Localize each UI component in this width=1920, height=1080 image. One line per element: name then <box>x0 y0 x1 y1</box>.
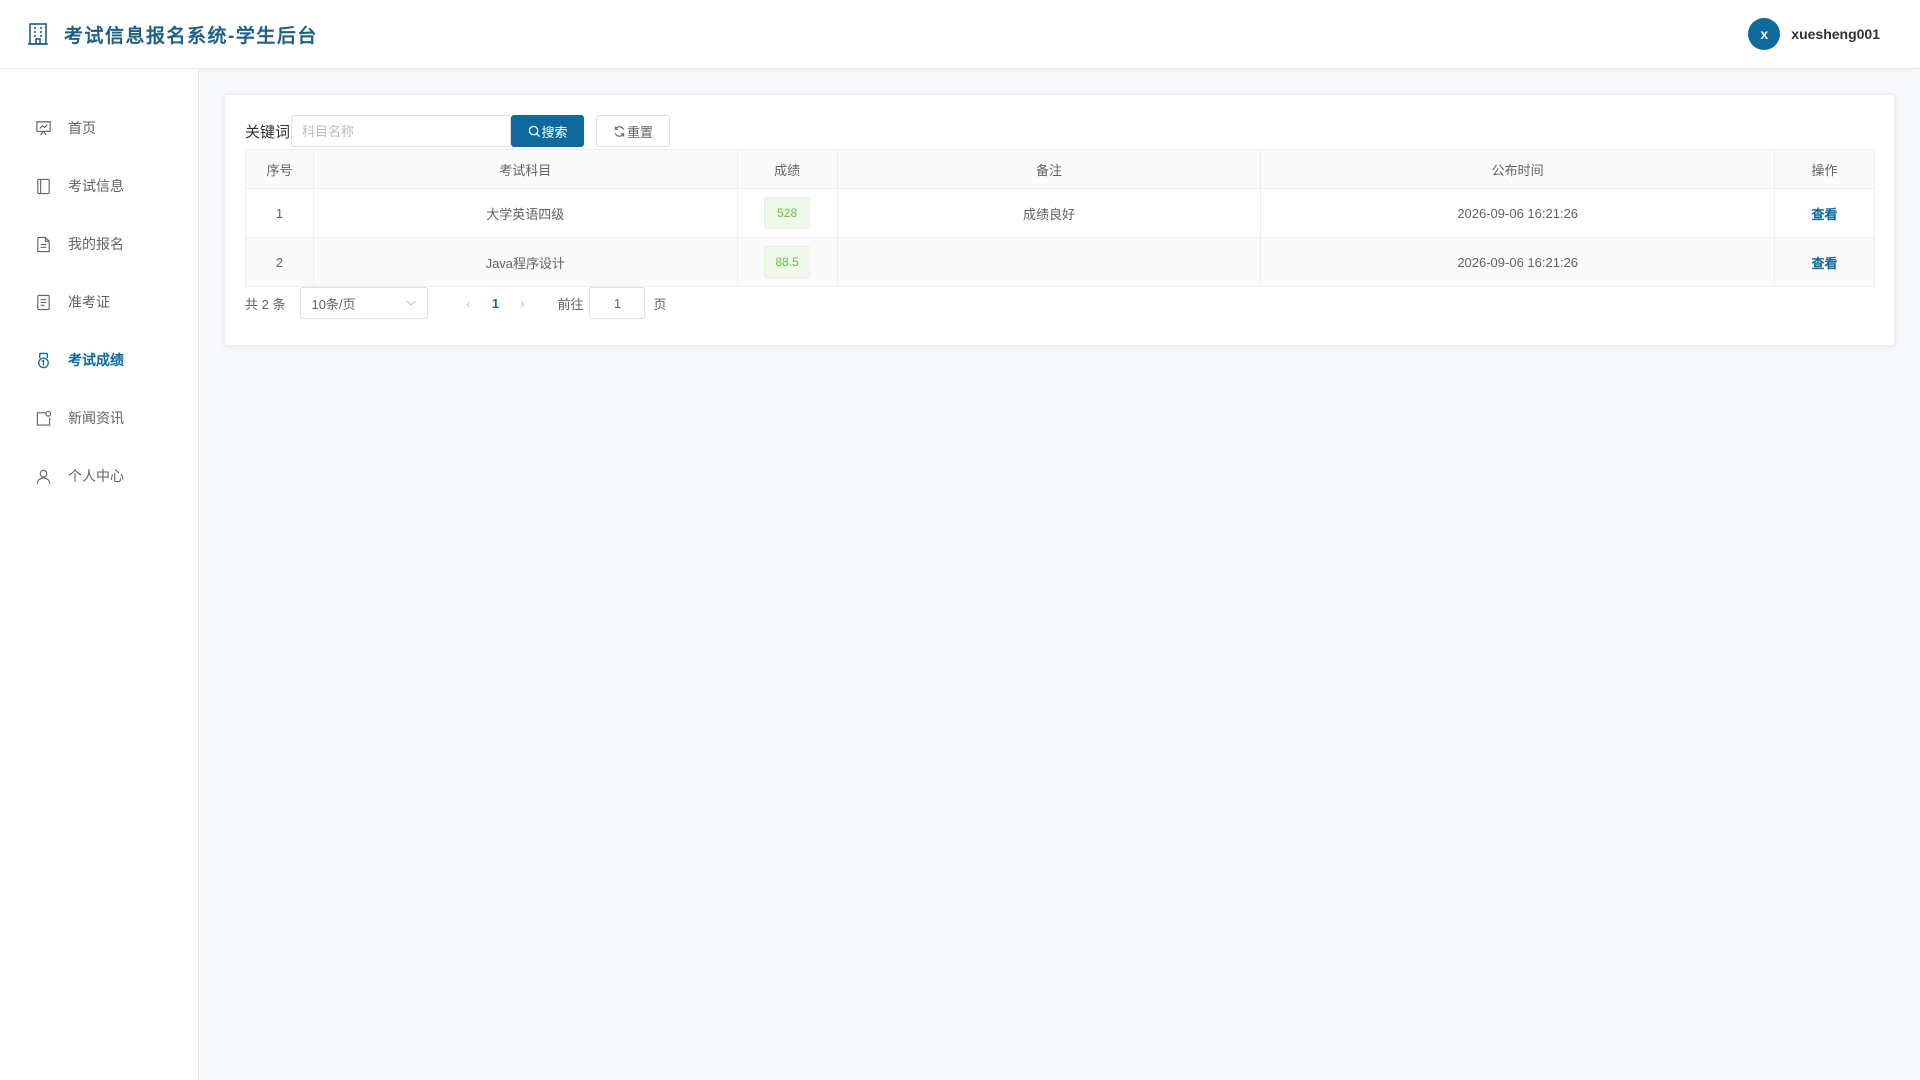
cell-score: 528 <box>736 188 838 238</box>
user-menu[interactable]: x xuesheng001 <box>1748 18 1880 50</box>
cell-index: 2 <box>245 237 314 287</box>
cell-subject: Java程序设计 <box>312 237 738 287</box>
scores-table: 序号 考试科目 成绩 备注 公布时间 操作 1 大学英语四级 528 成绩良好 … <box>245 149 1875 287</box>
sidebar-item-exam-scores[interactable]: 考试成绩 <box>0 331 198 389</box>
column-header-published: 公布时间 <box>1260 149 1776 189</box>
scores-card: 关键词 搜索 重置 序 <box>224 94 1895 346</box>
notebook-icon <box>37 178 50 194</box>
sidebar-item-profile[interactable]: 个人中心 <box>0 447 198 505</box>
search-input[interactable] <box>291 115 512 147</box>
refresh-icon <box>614 125 625 137</box>
top-header: 考试信息报名系统-学生后台 x xuesheng001 <box>0 0 1920 69</box>
score-tag: 88.5 <box>764 246 811 278</box>
brand: 考试信息报名系统-学生后台 <box>26 21 318 48</box>
view-link[interactable]: 查看 <box>1812 256 1838 271</box>
column-header-score: 成绩 <box>736 149 838 189</box>
goto-page-input[interactable] <box>589 287 646 319</box>
reset-button[interactable]: 重置 <box>596 115 671 147</box>
search-button[interactable]: 搜索 <box>511 115 585 147</box>
sidebar-item-label: 准考证 <box>68 294 110 310</box>
presentation-icon <box>35 120 52 135</box>
username[interactable]: xuesheng001 <box>1791 26 1880 42</box>
pagination: 共 2 条 10条/页 ‹ 1 › 前往 页 <box>245 287 1874 319</box>
table-header-row: 序号 考试科目 成绩 备注 公布时间 操作 <box>245 149 1875 189</box>
reset-button-label: 重置 <box>627 124 654 140</box>
column-header-remark: 备注 <box>836 149 1262 189</box>
sidebar-item-label: 考试信息 <box>68 178 124 194</box>
column-header-index: 序号 <box>245 149 314 189</box>
column-header-action: 操作 <box>1774 149 1875 189</box>
app-title: 考试信息报名系统-学生后台 <box>64 25 318 47</box>
next-page-button[interactable]: › <box>507 295 537 311</box>
sidebar-item-label: 我的报名 <box>68 236 124 252</box>
medal-icon <box>38 352 49 368</box>
sidebar-item-news[interactable]: 新闻资讯 <box>0 389 198 447</box>
news-icon <box>36 410 52 426</box>
sidebar-item-my-registration[interactable]: 我的报名 <box>0 215 198 273</box>
cell-index: 1 <box>245 188 314 238</box>
total-count: 共 2 条 <box>245 296 286 312</box>
building-icon <box>28 23 48 45</box>
document-icon <box>37 236 50 252</box>
table-row: 2 Java程序设计 88.5 2026-09-06 16:21:26 查看 <box>245 237 1875 287</box>
cell-action: 查看 <box>1774 237 1875 287</box>
tickets-icon <box>37 294 50 310</box>
column-header-subject: 考试科目 <box>312 149 738 189</box>
cell-published: 2026-09-06 16:21:26 <box>1260 188 1776 238</box>
search-icon <box>528 125 540 137</box>
prev-page-button[interactable]: ‹ <box>453 295 483 311</box>
cell-published: 2026-09-06 16:21:26 <box>1260 237 1776 287</box>
main-content: 关键词 搜索 重置 序 <box>199 69 1920 1080</box>
avatar[interactable]: x <box>1748 18 1781 50</box>
table-row: 1 大学英语四级 528 成绩良好 2026-09-06 16:21:26 查看 <box>245 188 1875 238</box>
score-tag: 528 <box>764 197 811 229</box>
sidebar-item-label: 考试成绩 <box>68 352 124 368</box>
chevron-down-icon <box>407 300 416 306</box>
sidebar-item-label: 首页 <box>68 120 96 136</box>
cell-remark <box>836 237 1262 287</box>
view-link[interactable]: 查看 <box>1812 207 1838 222</box>
page-size-select[interactable]: 10条/页 <box>300 287 429 319</box>
goto-suffix: 页 <box>653 296 667 312</box>
sidebar-item-home[interactable]: 首页 <box>0 99 198 157</box>
goto-label: 前往 <box>557 296 584 312</box>
sidebar-item-exam-info[interactable]: 考试信息 <box>0 157 198 215</box>
sidebar-item-label: 新闻资讯 <box>68 410 124 426</box>
cell-remark: 成绩良好 <box>836 188 1262 238</box>
page-size-value: 10条/页 <box>311 296 356 312</box>
cell-action: 查看 <box>1774 188 1875 238</box>
user-icon <box>36 469 51 484</box>
cell-subject: 大学英语四级 <box>312 188 738 238</box>
sidebar-item-admission-ticket[interactable]: 准考证 <box>0 273 198 331</box>
search-button-label: 搜索 <box>541 124 568 140</box>
keyword-label: 关键词 <box>245 123 291 141</box>
sidebar: 首页 考试信息 我的报名 准考证 考试成绩 新闻资讯 个人中心 <box>0 69 199 1080</box>
cell-score: 88.5 <box>736 237 838 287</box>
sidebar-item-label: 个人中心 <box>68 468 124 484</box>
page-number[interactable]: 1 <box>483 296 507 311</box>
search-bar: 关键词 搜索 重置 <box>245 115 1874 147</box>
